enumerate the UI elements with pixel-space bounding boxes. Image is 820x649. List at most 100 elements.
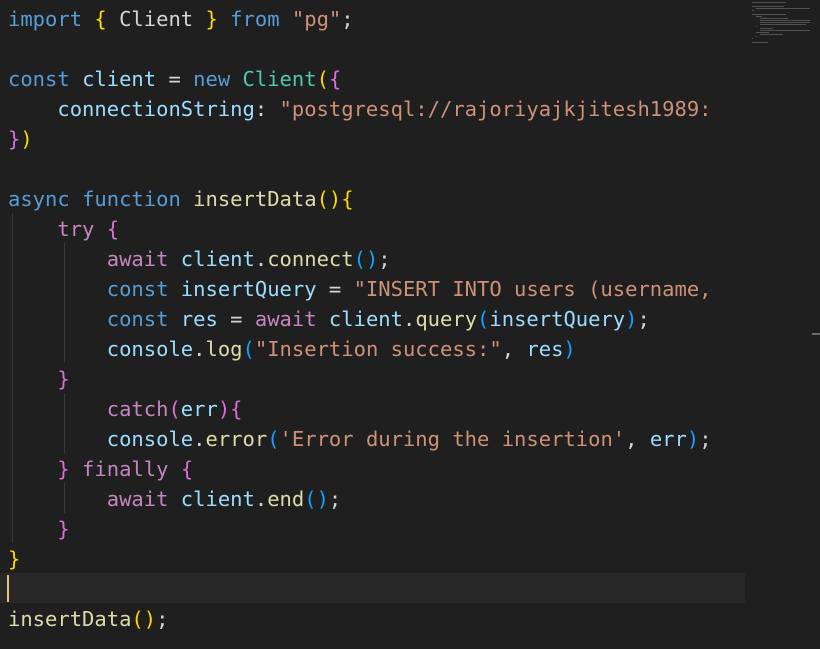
code-token: ) <box>20 127 33 151</box>
code-token: ; <box>328 487 342 511</box>
code-token: () <box>131 607 157 631</box>
code-token: . <box>402 307 416 331</box>
code-token: client <box>180 247 255 271</box>
minimap-line <box>752 42 768 43</box>
code-token: await <box>8 247 181 271</box>
code-token: client <box>328 307 403 331</box>
current-line-highlight <box>0 573 745 603</box>
minimap-line <box>752 14 786 15</box>
code-token: ) <box>686 427 700 451</box>
code-token: } <box>205 7 218 31</box>
code-token: ( <box>477 307 490 331</box>
code-line[interactable]: } <box>8 514 69 544</box>
code-token: insertData <box>193 187 317 211</box>
code-token: try <box>8 217 107 241</box>
code-token: = <box>156 67 194 91</box>
code-token: = <box>316 277 354 301</box>
code-line[interactable]: import { Client } from "pg"; <box>8 4 354 34</box>
code-token: () <box>304 487 329 511</box>
code-token: () <box>316 187 342 211</box>
code-token: = <box>217 307 255 331</box>
code-line[interactable]: connectionString: "postgresql://rajoriya… <box>8 94 712 124</box>
code-token: query <box>415 307 478 331</box>
code-token: { <box>94 7 107 31</box>
code-token: , <box>625 427 650 451</box>
code-token: ; <box>699 427 712 451</box>
minimap-line <box>760 24 806 25</box>
code-token: await <box>254 307 329 331</box>
code-line[interactable]: const insertQuery = "INSERT INTO users (… <box>8 274 712 304</box>
code-line[interactable]: const res = await client.query(insertQue… <box>8 304 650 334</box>
code-token: finally <box>69 457 181 481</box>
code-token: new <box>193 67 243 91</box>
code-token: ( <box>316 67 329 91</box>
code-line[interactable]: insertData(); <box>8 604 168 634</box>
code-token: "postgresql://rajoriyajkjitesh1989: <box>279 97 712 121</box>
minimap-line <box>756 32 770 33</box>
minimap-line <box>756 36 758 37</box>
code-token: insertQuery <box>180 277 317 301</box>
code-token: ; <box>156 607 169 631</box>
code-token: "pg" <box>291 7 342 31</box>
code-token: ( <box>168 397 181 421</box>
code-token: err <box>180 397 218 421</box>
minimap-line <box>752 6 785 7</box>
code-token: console <box>8 337 194 361</box>
minimap-line <box>756 16 762 17</box>
minimap[interactable] <box>752 2 812 50</box>
code-token: , <box>501 337 527 361</box>
code-token: ; <box>378 247 391 271</box>
code-token: : <box>254 97 280 121</box>
minimap-line <box>760 20 810 21</box>
minimap-line <box>760 28 774 29</box>
code-token: from <box>217 7 292 31</box>
code-editor[interactable]: import { Client } from "pg"; const client… <box>0 0 745 649</box>
minimap-line <box>756 8 810 9</box>
code-token: } <box>8 457 70 481</box>
code-line[interactable]: } finally { <box>8 454 193 484</box>
code-line[interactable]: } <box>8 364 70 394</box>
code-line[interactable]: const client = new Client({ <box>8 64 341 94</box>
code-line[interactable]: console.log("Insertion success:", res) <box>8 334 576 364</box>
code-token: res <box>180 307 218 331</box>
code-token: connectionString <box>8 97 255 121</box>
code-token: } <box>8 367 70 391</box>
minimap-line <box>760 34 783 35</box>
code-line[interactable]: await client.connect(); <box>8 244 391 274</box>
code-token: { <box>328 67 342 91</box>
code-line[interactable]: } <box>8 544 20 574</box>
code-token: () <box>353 247 379 271</box>
code-token: const <box>8 307 181 331</box>
code-token: ; <box>637 307 650 331</box>
code-token: client <box>180 487 255 511</box>
code-line[interactable]: await client.end(); <box>8 484 342 514</box>
code-token: import <box>8 7 95 31</box>
code-token: ) <box>625 307 638 331</box>
scrollbar-marker[interactable] <box>812 333 820 335</box>
code-token: res <box>526 337 564 361</box>
code-line[interactable]: try { <box>8 214 119 244</box>
code-token: async <box>8 187 83 211</box>
code-token: ) <box>563 337 576 361</box>
code-token: { <box>106 217 120 241</box>
minimap-line <box>760 18 788 19</box>
code-line[interactable]: catch(err){ <box>8 394 243 424</box>
code-line[interactable]: async function insertData(){ <box>8 184 354 214</box>
code-token: Client <box>242 67 317 91</box>
code-token: . <box>254 487 268 511</box>
code-line[interactable]: console.error('Error during the insertio… <box>8 424 712 454</box>
code-token: ( <box>242 337 255 361</box>
code-token: ; <box>341 7 354 31</box>
code-token: Client <box>106 7 206 31</box>
code-token: } <box>8 547 21 571</box>
code-token: client <box>82 67 157 91</box>
code-token: { <box>180 457 194 481</box>
code-line[interactable]: }) <box>8 124 33 154</box>
code-token: const <box>8 277 181 301</box>
code-token: ( <box>267 427 280 451</box>
code-token: log <box>205 337 243 361</box>
code-token: } <box>8 127 21 151</box>
code-token: { <box>341 187 354 211</box>
code-token: "Insertion success:" <box>254 337 502 361</box>
code-token: 'Error during the insertion' <box>279 427 626 451</box>
